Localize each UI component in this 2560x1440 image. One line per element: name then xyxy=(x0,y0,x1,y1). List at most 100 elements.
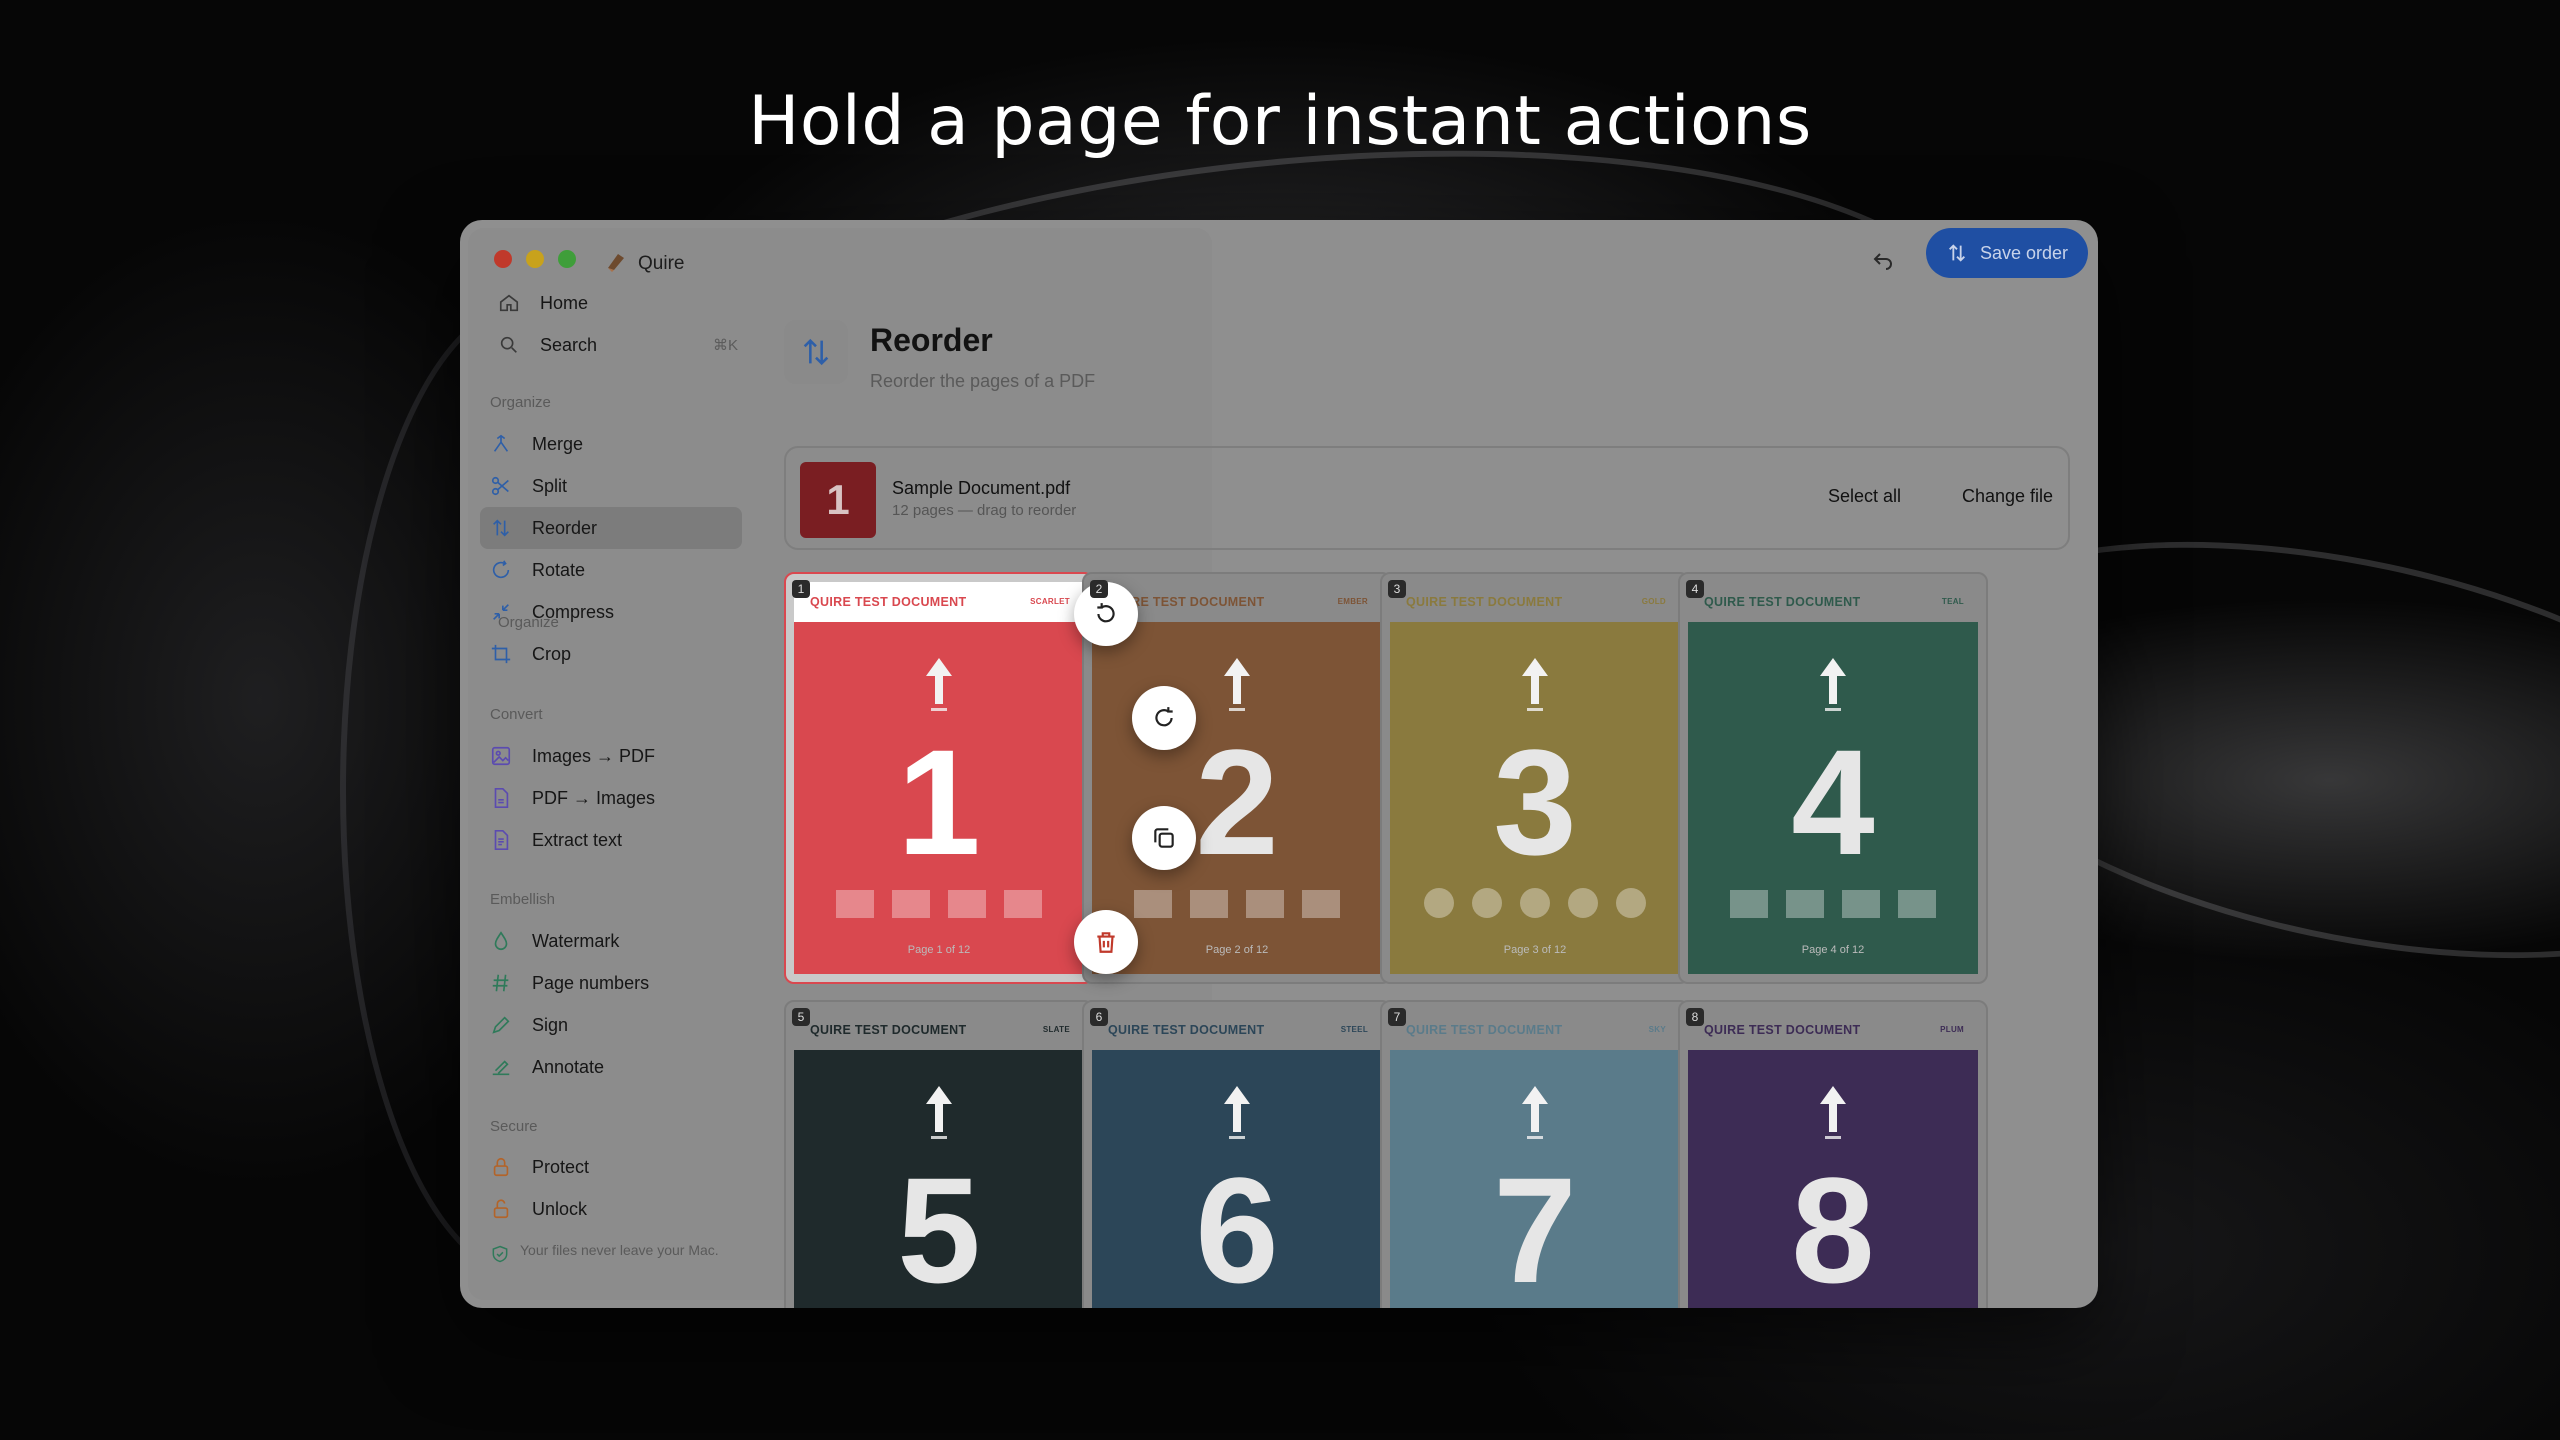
page-shape xyxy=(1898,890,1936,918)
page-thumbnail[interactable]: 5 QUIRE TEST DOCUMENT SLATE 5 xyxy=(784,1000,1094,1308)
page-header-text: QUIRE TEST DOCUMENT xyxy=(810,1023,967,1037)
page-thumbnail[interactable]: 1 QUIRE TEST DOCUMENT SCARLET 1 Page 1 of 12 xyxy=(784,572,1094,984)
page-tag: EMBER xyxy=(1337,597,1368,606)
page-content: QUIRE TEST DOCUMENT SKY 7 xyxy=(1390,1010,1680,1308)
page-number: 5 xyxy=(897,1146,981,1308)
page-shape xyxy=(1730,890,1768,918)
undo-icon xyxy=(1873,253,1892,270)
page-number: 1 xyxy=(897,718,981,886)
sidebar-item-sign[interactable]: Sign xyxy=(480,1004,742,1046)
page-header: QUIRE TEST DOCUMENT SLATE xyxy=(794,1010,1084,1050)
sidebar-item-label: Unlock xyxy=(532,1198,588,1219)
page-content: QUIRE TEST DOCUMENT SCARLET 1 Page 1 of 12 xyxy=(794,582,1084,974)
change-file-button[interactable]: Change file xyxy=(1962,486,2053,507)
sidebar-item-label: Rotate xyxy=(532,559,586,580)
page-thumbnail[interactable]: 3 QUIRE TEST DOCUMENT GOLD 3 Page 3 of 12 xyxy=(1380,572,1690,984)
sidebar-item-label: Extract text xyxy=(532,829,623,850)
section-convert: Convert xyxy=(490,706,543,723)
page-shape xyxy=(1302,890,1340,918)
page-shape xyxy=(1246,890,1284,918)
page-shape xyxy=(1568,888,1598,918)
undo-button[interactable] xyxy=(1858,234,1908,284)
up-arrow-icon xyxy=(1224,658,1250,711)
page-number: 2 xyxy=(1195,718,1279,886)
page-number: 4 xyxy=(1791,718,1875,886)
page-shape xyxy=(1190,890,1228,918)
sidebar-item-watermark[interactable]: Watermark xyxy=(480,920,742,962)
sidebar-item-annotate[interactable]: Annotate xyxy=(480,1046,742,1088)
page-thumbnail[interactable]: 6 QUIRE TEST DOCUMENT STEEL 6 xyxy=(1082,1000,1392,1308)
page-subtitle: Reorder the pages of a PDF xyxy=(870,371,1096,391)
up-arrow-icon xyxy=(1224,1086,1250,1139)
sidebar-item-crop[interactable]: Crop xyxy=(480,633,742,675)
save-order-button[interactable]: Save order xyxy=(1925,228,2088,278)
scissors-icon xyxy=(491,476,509,496)
page-index-badge: 7 xyxy=(1388,1008,1406,1026)
select-all-button[interactable]: Select all xyxy=(1828,486,1901,507)
page-shape xyxy=(948,890,986,918)
page-tag: PLUM xyxy=(1940,1025,1964,1034)
page-index-badge: 4 xyxy=(1686,580,1704,598)
sidebar-item-protect[interactable]: Protect xyxy=(480,1146,742,1188)
watermark-icon xyxy=(494,931,508,950)
sidebar-item-label: Sign xyxy=(532,1014,569,1035)
sidebar-item-merge[interactable]: Merge xyxy=(480,423,742,465)
page-content: QUIRE TEST DOCUMENT EMBER 2 Page 2 of 12 xyxy=(1092,582,1382,974)
duplicate-button[interactable] xyxy=(1132,806,1196,870)
page-shape xyxy=(1424,888,1454,918)
sidebar-item-rotate[interactable]: Rotate xyxy=(480,549,742,591)
up-arrow-icon xyxy=(926,658,952,711)
page-body: 5 xyxy=(794,1050,1084,1308)
page-index-badge: 3 xyxy=(1388,580,1406,598)
page-thumbnail[interactable]: 4 QUIRE TEST DOCUMENT TEAL 4 Page 4 of 12 xyxy=(1678,572,1988,984)
sidebar-item-extract-text[interactable]: Extract text xyxy=(480,819,742,861)
page-shapes xyxy=(1688,890,1978,918)
tool-icon xyxy=(784,320,848,384)
page-number: 3 xyxy=(1493,718,1577,886)
page-tag: SCARLET xyxy=(1030,597,1070,606)
sidebar-item-images-to-pdf[interactable]: Images → PDF xyxy=(480,735,742,777)
page-body: 6 xyxy=(1092,1050,1382,1308)
sidebar-item-split[interactable]: Split xyxy=(480,465,742,507)
privacy-text: Your files never leave your Mac. xyxy=(520,1242,719,1258)
rotate-right-icon xyxy=(1155,707,1173,727)
page-header: QUIRE TEST DOCUMENT TEAL xyxy=(1688,582,1978,622)
page-header: QUIRE TEST DOCUMENT PLUM xyxy=(1688,1010,1978,1050)
page-header: QUIRE TEST DOCUMENT SCARLET xyxy=(794,582,1084,622)
up-arrow-icon xyxy=(1820,658,1846,711)
duplicate-icon xyxy=(1154,828,1174,848)
page-body: 2 Page 2 of 12 xyxy=(1092,622,1382,974)
sidebar-item-unlock[interactable]: Unlock xyxy=(480,1188,742,1230)
sidebar-item-compress[interactable]: Compress xyxy=(480,591,742,633)
page-content: QUIRE TEST DOCUMENT SLATE 5 xyxy=(794,1010,1084,1308)
rotate-left-icon xyxy=(1097,603,1115,623)
page-tag: TEAL xyxy=(1941,597,1964,606)
app-window: Quire Home Search ⌘K Organize Organize M… xyxy=(460,220,2098,1308)
page-index-badge: 5 xyxy=(792,1008,810,1026)
hash-icon xyxy=(492,974,509,992)
main-content: Save order Reorder Reorder the pages of … xyxy=(760,220,2098,1308)
sidebar-item-label: Crop xyxy=(532,643,572,664)
sidebar-item-pdf-to-images[interactable]: PDF → Images xyxy=(480,777,742,819)
page-thumbnail[interactable]: 8 QUIRE TEST DOCUMENT PLUM 8 xyxy=(1678,1000,1988,1308)
unlock-icon xyxy=(493,1199,509,1219)
page-header: QUIRE TEST DOCUMENT GOLD xyxy=(1390,582,1680,622)
page-header-text: QUIRE TEST DOCUMENT xyxy=(1704,595,1861,609)
sidebar-item-reorder[interactable]: Reorder xyxy=(480,507,742,549)
rotate-right-button[interactable] xyxy=(1132,686,1196,750)
sidebar-item-label: Reorder xyxy=(532,517,598,538)
file-meta: 12 pages — drag to reorder xyxy=(892,502,1077,519)
page-shape xyxy=(1786,890,1824,918)
delete-button[interactable] xyxy=(1074,910,1138,974)
page-content: QUIRE TEST DOCUMENT PLUM 8 xyxy=(1688,1010,1978,1308)
pen-icon xyxy=(492,1016,510,1034)
up-arrow-icon xyxy=(1522,658,1548,711)
page-body: 1 Page 1 of 12 xyxy=(794,622,1084,974)
page-body: 7 xyxy=(1390,1050,1680,1308)
page-header: QUIRE TEST DOCUMENT SKY xyxy=(1390,1010,1680,1050)
page-thumbnail[interactable]: 7 QUIRE TEST DOCUMENT SKY 7 xyxy=(1380,1000,1690,1308)
sidebar-item-page-numbers[interactable]: Page numbers xyxy=(480,962,742,1004)
save-order-label: Save order xyxy=(1979,242,2068,263)
file-card: 1 Sample Document.pdf 12 pages — drag to… xyxy=(784,446,2070,550)
sidebar-item-label: Protect xyxy=(532,1156,590,1177)
